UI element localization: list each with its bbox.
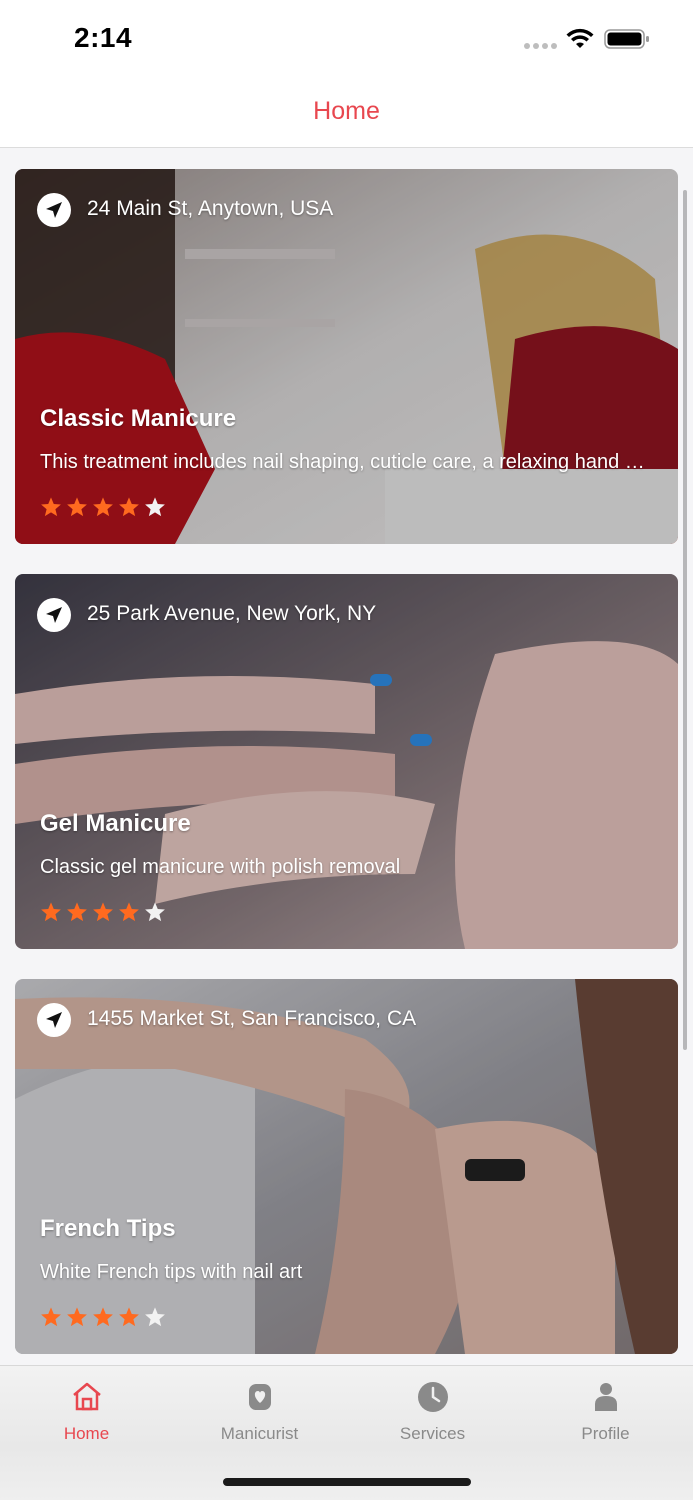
home-indicator [223,1478,471,1486]
star-filled-icon [93,1307,113,1327]
star-filled-icon [93,497,113,517]
card-overlay [15,169,678,544]
page-title: Home [313,97,380,125]
star-filled-icon [41,1307,61,1327]
tab-manicurist[interactable]: Manicurist [173,1366,346,1456]
service-title: Gel Manicure [40,810,191,837]
navigation-bar: Home [0,80,693,148]
star-filled-icon [41,902,61,922]
tab-services[interactable]: Services [346,1366,519,1456]
card-overlay [15,574,678,949]
home-icon [72,1382,101,1411]
star-filled-icon [119,497,139,517]
star-rating [40,901,166,923]
tab-home[interactable]: Home [0,1366,173,1456]
clock-icon [417,1382,448,1412]
service-card-gel-manicure[interactable]: 25 Park Avenue, New York, NY Gel Manicur… [15,574,678,949]
star-rating [40,496,166,518]
star-filled-icon [67,902,87,922]
service-title: Classic Manicure [40,405,237,432]
status-time: 2:14 [74,22,133,53]
star-filled-icon [119,902,139,922]
person-icon [594,1383,617,1411]
star-filled-icon [67,497,87,517]
star-empty-icon [145,902,165,922]
star-filled-icon [67,1307,87,1327]
tab-label: Home [63,1424,110,1443]
location-arrow-icon [37,598,71,632]
service-description: White French tips with nail art [40,1261,303,1283]
service-card-french-tips[interactable]: 1455 Market St, San Francisco, CA French… [15,979,678,1354]
service-description: Classic gel manicure with polish removal [40,856,401,878]
cellular-signal-icon [524,43,557,49]
location-arrow-icon [37,1003,71,1037]
service-location: 25 Park Avenue, New York, NY [87,602,377,625]
scroll-indicator[interactable] [683,190,687,1050]
service-card-classic-manicure[interactable]: 24 Main St, Anytown, USA Classic Manicur… [15,169,678,544]
star-filled-icon [119,1307,139,1327]
manicurist-icon [248,1384,271,1410]
star-empty-icon [145,1307,165,1327]
service-location: 1455 Market St, San Francisco, CA [87,1007,417,1030]
status-bar: 2:14 [0,0,693,80]
service-title: French Tips [40,1215,176,1242]
tab-label: Profile [581,1424,630,1443]
star-rating [40,1306,166,1328]
star-filled-icon [93,902,113,922]
location-arrow-icon [37,193,71,227]
service-location: 24 Main St, Anytown, USA [87,197,334,220]
service-description: This treatment includes nail shaping, cu… [40,451,650,473]
card-overlay [15,979,678,1354]
star-empty-icon [145,497,165,517]
wifi-icon [566,28,594,48]
tab-label: Services [399,1424,466,1443]
battery-icon [604,29,649,49]
star-filled-icon [41,497,61,517]
tab-label: Manicurist [220,1424,299,1443]
tab-profile[interactable]: Profile [519,1366,692,1456]
